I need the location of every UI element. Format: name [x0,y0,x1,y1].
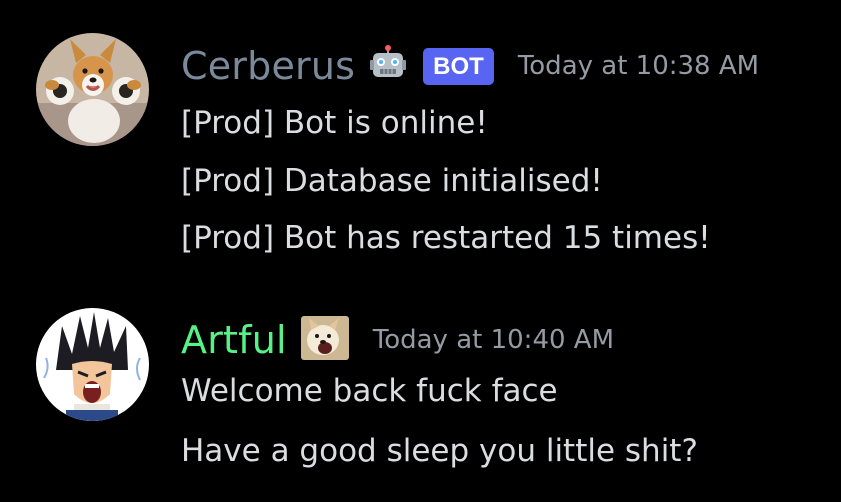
corgi-avatar[interactable] [36,33,149,146]
message-header: Cerberus BOT Today at 10:38 AM [181,42,759,90]
message-header: Artful Today at 10:40 AM [181,316,614,364]
message-line: Welcome back fuck face [181,373,558,409]
robot-icon [369,45,407,87]
message-timestamp[interactable]: Today at 10:38 AM [518,51,759,81]
anime-character-avatar[interactable] [36,308,149,421]
message-line: [Prod] Database initialised! [181,163,603,199]
message-group-artful: Artful Today at 10:40 AM Welcome back fu… [0,290,841,502]
username-artful[interactable]: Artful [181,318,287,362]
message-line: Have a good sleep you little shit? [181,433,698,469]
message-timestamp[interactable]: Today at 10:40 AM [373,325,614,355]
dog-emoji-icon [300,316,349,364]
message-line: [Prod] Bot has restarted 15 times! [181,220,711,256]
message-line: [Prod] Bot is online! [181,105,488,141]
username-cerberus[interactable]: Cerberus [181,44,355,88]
bot-tag: BOT [423,47,494,85]
message-group-cerberus: Cerberus BOT Today at 10:38 AM [Prod] Bo… [0,0,841,270]
